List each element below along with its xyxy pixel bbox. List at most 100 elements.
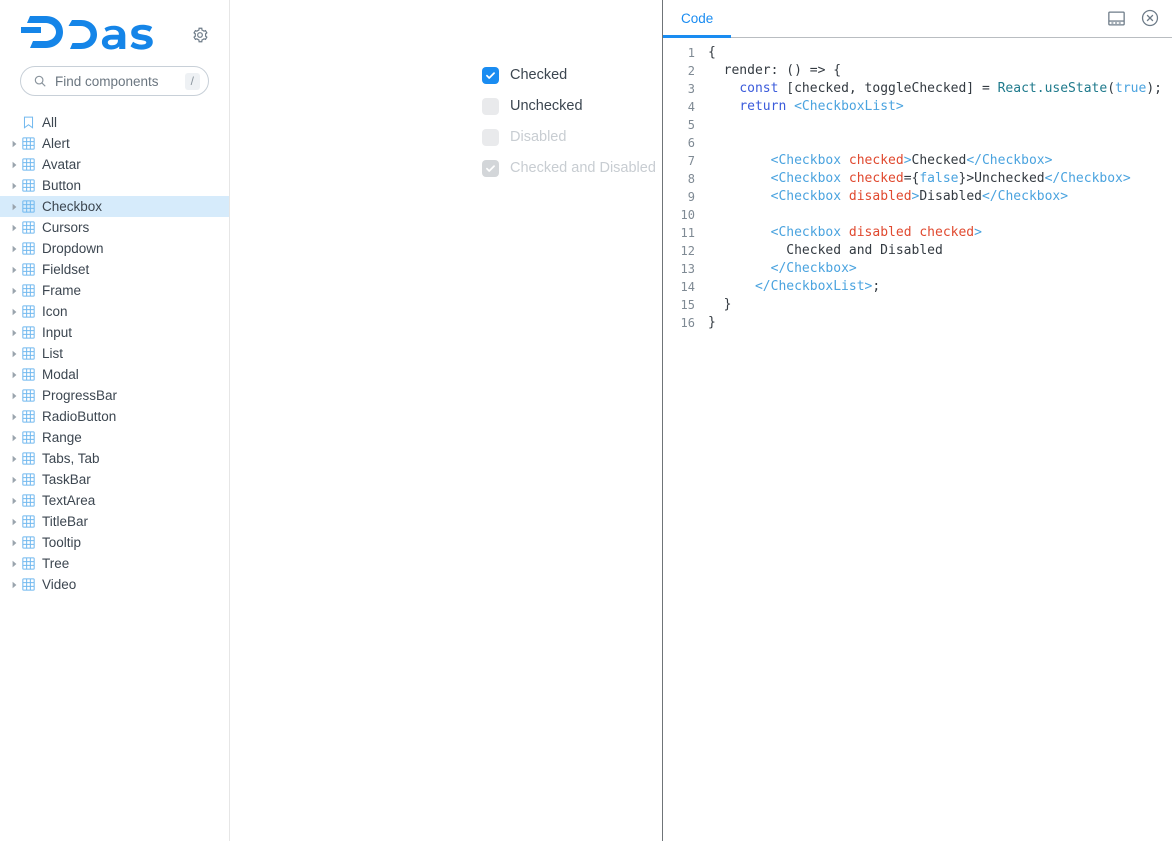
sidebar-item-checkbox[interactable]: Checkbox bbox=[0, 196, 229, 217]
chevron-right-icon[interactable] bbox=[8, 182, 20, 190]
code-line-content: } bbox=[703, 314, 1172, 332]
sidebar-item-tree[interactable]: Tree bbox=[0, 553, 229, 574]
code-token: } bbox=[708, 297, 732, 312]
code-token: <Checkbox bbox=[770, 153, 842, 168]
chevron-right-icon[interactable] bbox=[8, 455, 20, 463]
checkbox-checked-icon[interactable] bbox=[482, 67, 499, 84]
grid-icon bbox=[20, 515, 36, 528]
grid-icon bbox=[20, 284, 36, 297]
sidebar-item-progressbar[interactable]: ProgressBar bbox=[0, 385, 229, 406]
sidebar-item-list[interactable]: List bbox=[0, 343, 229, 364]
chevron-right-icon[interactable] bbox=[8, 161, 20, 169]
code-line: 8 <Checkbox checked={false}>Unchecked</C… bbox=[663, 170, 1172, 188]
chevron-right-icon[interactable] bbox=[8, 413, 20, 421]
sidebar-item-frame[interactable]: Frame bbox=[0, 280, 229, 301]
chevron-right-icon[interactable] bbox=[8, 371, 20, 379]
code-line-number: 15 bbox=[680, 298, 695, 312]
sidebar-item-radiobutton[interactable]: RadioButton bbox=[0, 406, 229, 427]
chevron-right-icon[interactable] bbox=[8, 392, 20, 400]
search-wrap: / bbox=[0, 62, 229, 96]
chevron-right-icon[interactable] bbox=[8, 497, 20, 505]
checkbox-checked-icon bbox=[482, 160, 499, 177]
grid-icon bbox=[20, 347, 36, 360]
sidebar-item-video[interactable]: Video bbox=[0, 574, 229, 595]
code-line-content bbox=[703, 134, 1172, 152]
chevron-right-icon[interactable] bbox=[8, 224, 20, 232]
code-token: Checked bbox=[911, 153, 967, 168]
chevron-right-icon[interactable] bbox=[8, 329, 20, 337]
sidebar-item-label: Input bbox=[42, 325, 73, 340]
sidebar-item-tabs-tab[interactable]: Tabs, Tab bbox=[0, 448, 229, 469]
checkbox-label: Checked bbox=[510, 67, 568, 83]
chevron-right-icon[interactable] bbox=[8, 560, 20, 568]
code-editor[interactable]: 1{2 render: () => {3 const [checked, tog… bbox=[663, 38, 1172, 841]
sidebar-item-alert[interactable]: Alert bbox=[0, 133, 229, 154]
chevron-right-icon[interactable] bbox=[8, 434, 20, 442]
chevron-right-icon[interactable] bbox=[8, 266, 20, 274]
sidebar-item-titlebar[interactable]: TitleBar bbox=[0, 511, 229, 532]
sidebar-item-textarea[interactable]: TextArea bbox=[0, 490, 229, 511]
code-token: <Checkbox bbox=[770, 225, 842, 240]
sidebar-item-avatar[interactable]: Avatar bbox=[0, 154, 229, 175]
sidebar-item-fieldset[interactable]: Fieldset bbox=[0, 259, 229, 280]
grid-icon bbox=[20, 578, 36, 591]
chevron-right-icon[interactable] bbox=[8, 203, 20, 211]
close-icon[interactable] bbox=[1140, 8, 1160, 28]
sidebar-item-label: TitleBar bbox=[42, 514, 89, 529]
grid-icon bbox=[20, 536, 36, 549]
sidebar-item-tooltip[interactable]: Tooltip bbox=[0, 532, 229, 553]
code-line-content bbox=[703, 116, 1172, 134]
code-token: }> bbox=[958, 171, 975, 186]
dock-panel-icon[interactable] bbox=[1106, 8, 1126, 28]
code-token: checked bbox=[848, 153, 904, 168]
code-line-content: { bbox=[703, 44, 1172, 62]
sidebar-item-dropdown[interactable]: Dropdown bbox=[0, 238, 229, 259]
dash-logo[interactable] bbox=[18, 9, 158, 53]
code-line: 5 bbox=[663, 116, 1172, 134]
code-line: 14 </CheckboxList>; bbox=[663, 278, 1172, 296]
gear-icon[interactable] bbox=[191, 26, 209, 44]
chevron-right-icon[interactable] bbox=[8, 140, 20, 148]
sidebar-item-label: Modal bbox=[42, 367, 79, 382]
search-icon bbox=[33, 74, 47, 88]
chevron-right-icon[interactable] bbox=[8, 581, 20, 589]
code-token: </CheckboxList> bbox=[754, 279, 873, 294]
search-box[interactable]: / bbox=[20, 66, 209, 96]
sidebar-item-icon[interactable]: Icon bbox=[0, 301, 229, 322]
grid-icon bbox=[20, 263, 36, 276]
sidebar-item-input[interactable]: Input bbox=[0, 322, 229, 343]
sidebar-item-label: Range bbox=[42, 430, 82, 445]
bookmark-icon bbox=[20, 116, 36, 129]
sidebar-item-range[interactable]: Range bbox=[0, 427, 229, 448]
chevron-right-icon[interactable] bbox=[8, 539, 20, 547]
search-input[interactable] bbox=[55, 73, 179, 89]
code-line-content: </Checkbox> bbox=[703, 260, 1172, 278]
code-token: return bbox=[739, 99, 787, 114]
checkbox-row[interactable]: Unchecked bbox=[482, 91, 662, 122]
code-token: render: () => { bbox=[708, 63, 842, 78]
chevron-right-icon[interactable] bbox=[8, 476, 20, 484]
sidebar-item-modal[interactable]: Modal bbox=[0, 364, 229, 385]
grid-icon bbox=[20, 452, 36, 465]
chevron-right-icon[interactable] bbox=[8, 245, 20, 253]
code-token: const bbox=[739, 81, 779, 96]
checkbox-row[interactable]: Checked bbox=[482, 60, 662, 91]
chevron-right-icon[interactable] bbox=[8, 308, 20, 316]
sidebar-item-button[interactable]: Button bbox=[0, 175, 229, 196]
checkbox-unchecked-icon[interactable] bbox=[482, 98, 499, 115]
sidebar-item-all[interactable]: All bbox=[0, 112, 229, 133]
chevron-right-icon[interactable] bbox=[8, 350, 20, 358]
chevron-right-icon[interactable] bbox=[8, 287, 20, 295]
grid-icon bbox=[20, 158, 36, 171]
code-token: ; bbox=[872, 279, 881, 294]
sidebar-item-cursors[interactable]: Cursors bbox=[0, 217, 229, 238]
code-token: > bbox=[903, 153, 912, 168]
chevron-right-icon[interactable] bbox=[8, 518, 20, 526]
search-shortcut-badge: / bbox=[184, 72, 200, 90]
tab-code[interactable]: Code bbox=[663, 0, 732, 38]
sidebar-item-taskbar[interactable]: TaskBar bbox=[0, 469, 229, 490]
